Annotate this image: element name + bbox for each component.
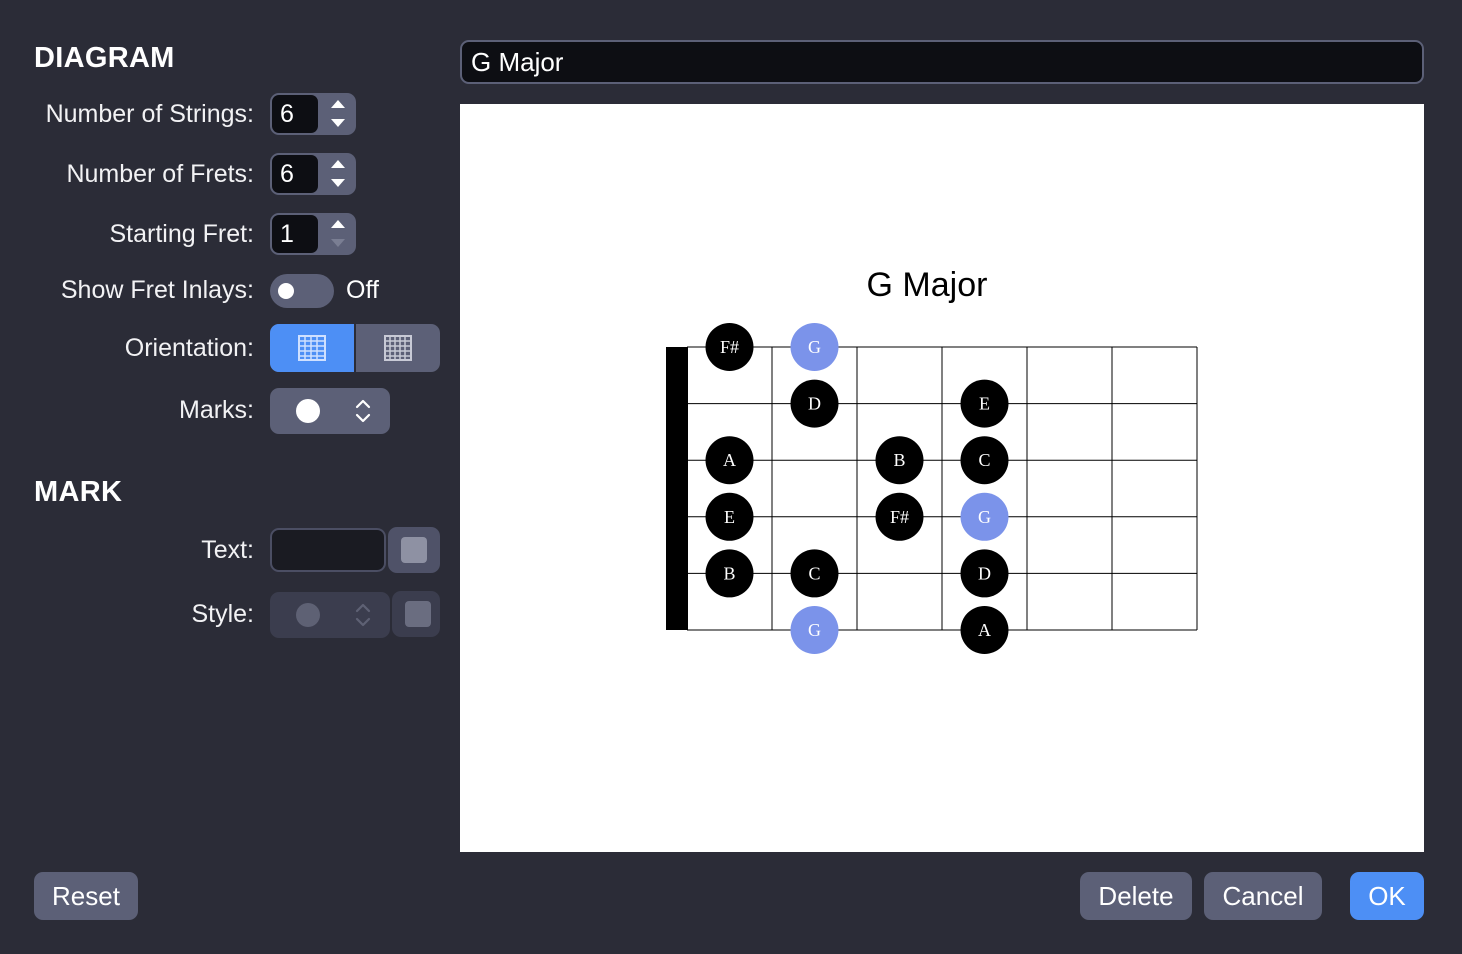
note-label: A	[723, 450, 736, 470]
note-label: G	[808, 620, 821, 640]
filled-circle-icon	[296, 603, 320, 627]
color-swatch-icon	[405, 601, 431, 627]
vertical-grid-icon	[384, 335, 412, 361]
increment-button[interactable]	[320, 93, 356, 114]
start-fret-stepper[interactable]: 1	[270, 213, 356, 255]
inlays-label: Show Fret Inlays:	[60, 276, 254, 304]
note-label: G	[978, 507, 991, 527]
horizontal-grid-icon	[298, 335, 326, 361]
arrow-down-icon	[331, 239, 345, 247]
orientation-horizontal-option[interactable]	[270, 324, 354, 372]
note-label: E	[724, 507, 735, 527]
note-label: B	[723, 563, 735, 583]
delete-button[interactable]: Delete	[1080, 872, 1192, 920]
note-label: D	[978, 563, 991, 583]
diagram-canvas[interactable]: G Major F# G D E A B C E F# G B C D G A	[460, 104, 1424, 852]
color-swatch-icon	[401, 537, 427, 563]
reset-button[interactable]: Reset	[34, 872, 138, 920]
increment-button[interactable]	[320, 213, 356, 234]
start-fret-value[interactable]: 1	[272, 215, 318, 253]
note-label: F#	[890, 507, 909, 527]
arrow-down-icon	[331, 179, 345, 187]
toggle-knob	[278, 283, 294, 299]
cancel-button[interactable]: Cancel	[1204, 872, 1322, 920]
strings-label: Number of Strings:	[45, 100, 254, 128]
note-label: F#	[720, 337, 739, 357]
nut	[666, 347, 688, 630]
decrement-button	[320, 234, 356, 255]
strings-stepper[interactable]: 6	[270, 93, 356, 135]
chord-name-input[interactable]: G Major	[460, 40, 1424, 84]
decrement-button[interactable]	[320, 174, 356, 195]
frets-label: Number of Frets:	[66, 160, 254, 188]
note-label: B	[893, 450, 905, 470]
increment-button[interactable]	[320, 153, 356, 174]
arrow-up-icon	[331, 220, 345, 228]
note-label: G	[808, 337, 821, 357]
mark-text-field[interactable]	[270, 528, 386, 572]
start-fret-label: Starting Fret:	[109, 220, 255, 248]
orientation-vertical-option[interactable]	[356, 324, 440, 372]
note-label: E	[979, 394, 990, 414]
inlays-state: Off	[346, 276, 379, 304]
ok-button[interactable]: OK	[1350, 872, 1424, 920]
diagram-section-title: DIAGRAM	[34, 42, 175, 74]
arrow-down-icon	[331, 119, 345, 127]
arrow-up-icon	[331, 160, 345, 168]
marks-label: Marks:	[179, 396, 254, 424]
note-label: D	[808, 394, 821, 414]
orientation-label: Orientation:	[124, 334, 254, 362]
fretboard-diagram: G Major F# G D E A B C E F# G B C D G A	[666, 266, 1198, 654]
inlays-toggle[interactable]	[270, 274, 334, 308]
chevron-updown-icon	[355, 603, 371, 627]
frets-stepper[interactable]: 6	[270, 153, 356, 195]
marks-popup[interactable]	[270, 388, 390, 434]
style-label: Style:	[191, 600, 254, 628]
note-label: C	[978, 450, 990, 470]
diagram-title: G Major	[867, 266, 988, 304]
filled-circle-icon	[296, 399, 320, 423]
style-popup	[270, 592, 390, 638]
style-color-button	[392, 591, 440, 637]
strings-value[interactable]: 6	[272, 95, 318, 133]
mark-section-title: MARK	[34, 476, 123, 508]
orientation-segmented-control[interactable]	[270, 324, 440, 372]
text-color-button[interactable]	[388, 527, 440, 573]
chevron-updown-icon	[355, 399, 371, 423]
text-label: Text:	[201, 536, 254, 564]
note-label: A	[978, 620, 991, 640]
arrow-up-icon	[331, 100, 345, 108]
frets-value[interactable]: 6	[272, 155, 318, 193]
decrement-button[interactable]	[320, 114, 356, 135]
note-label: C	[808, 563, 820, 583]
